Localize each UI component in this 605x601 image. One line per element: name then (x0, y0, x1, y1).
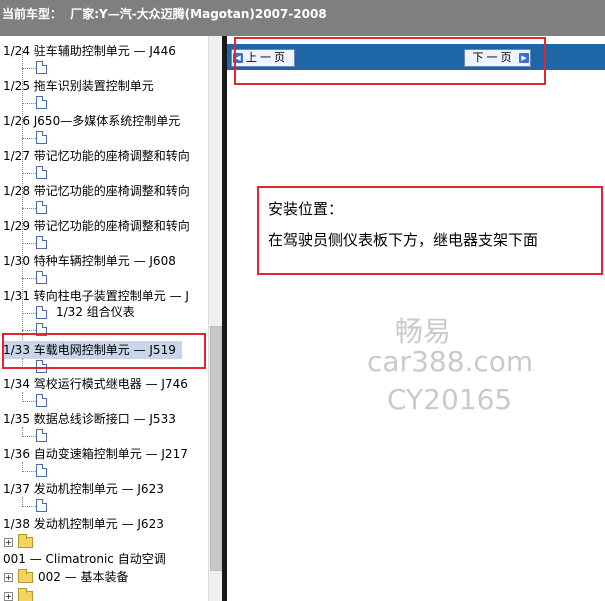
folder-icon (18, 588, 33, 601)
document-icon (36, 61, 47, 74)
document-icon (36, 236, 47, 249)
tree-item-1-24[interactable]: 1/24 驻车辅助控制单元 — J446 (0, 42, 208, 60)
document-icon (36, 429, 47, 442)
tree-item-1-35[interactable]: 1/35 数据总线诊断接口 — J533 (0, 410, 208, 428)
watermark-line1: 畅易 (395, 315, 452, 348)
tree-item-001[interactable]: 001 — Climatronic 自动空调 (0, 550, 208, 568)
tree-item-1-32[interactable]: 1/32 组合仪表 (0, 303, 208, 321)
tree-panel: 1/24 驻车辅助控制单元 — J446 1/25 拖车识别装置控制单元 1/2… (0, 36, 222, 601)
document-icon (36, 499, 47, 512)
watermark-line3: CY20165 (387, 383, 513, 416)
tree-item-1-25[interactable]: 1/25 拖车识别装置控制单元 (0, 77, 208, 95)
tree-item-1-30[interactable]: 1/30 特种车辆控制单元 — J608 (0, 252, 208, 270)
tree-scrollbar[interactable] (208, 36, 222, 601)
tree-item-1-37[interactable]: 1/37 发动机控制单元 — J623 (0, 480, 208, 498)
highlight-box-selection (2, 333, 206, 369)
tree-item-002[interactable]: 002 — 基本装备 (0, 568, 208, 586)
document-icon (36, 201, 47, 214)
expand-icon[interactable]: + (4, 538, 13, 547)
panel-splitter[interactable] (222, 36, 227, 601)
document-icon (36, 464, 47, 477)
highlight-box-nav (234, 37, 546, 85)
tree-item-1-36[interactable]: 1/36 自动变速箱控制单元 — J217 (0, 445, 208, 463)
highlight-box-content (257, 186, 603, 275)
document-icon (36, 131, 47, 144)
tree-item-1-38[interactable]: 1/38 发动机控制单元 — J623 (0, 515, 208, 533)
vehicle-name: 厂家:Y—汽-大众迈腾(Magotan)2007-2008 (70, 7, 327, 21)
title-bar: 当前车型： 厂家:Y—汽-大众迈腾(Magotan)2007-2008 (0, 0, 605, 36)
vehicle-label: 当前车型： (2, 7, 63, 21)
tree-item-1-28[interactable]: 1/28 带记忆功能的座椅调整和转向 (0, 182, 208, 200)
expand-icon[interactable]: + (4, 592, 13, 601)
tree-item-1-26[interactable]: 1/26 J650—多媒体系统控制单元 (0, 112, 208, 130)
scrollbar-thumb[interactable] (210, 326, 222, 571)
watermark-line2: car388.com (367, 345, 534, 378)
folder-icon (18, 534, 33, 548)
document-icon (36, 394, 47, 407)
tree-item-1-34[interactable]: 1/34 驾校运行模式继电器 — J746 (0, 375, 208, 393)
tree-item-1-27[interactable]: 1/27 带记忆功能的座椅调整和转向 (0, 147, 208, 165)
document-icon (36, 166, 47, 179)
document-icon (36, 96, 47, 109)
tree-item-1-29[interactable]: 1/29 带记忆功能的座椅调整和转向 (0, 217, 208, 235)
document-icon (36, 271, 47, 284)
